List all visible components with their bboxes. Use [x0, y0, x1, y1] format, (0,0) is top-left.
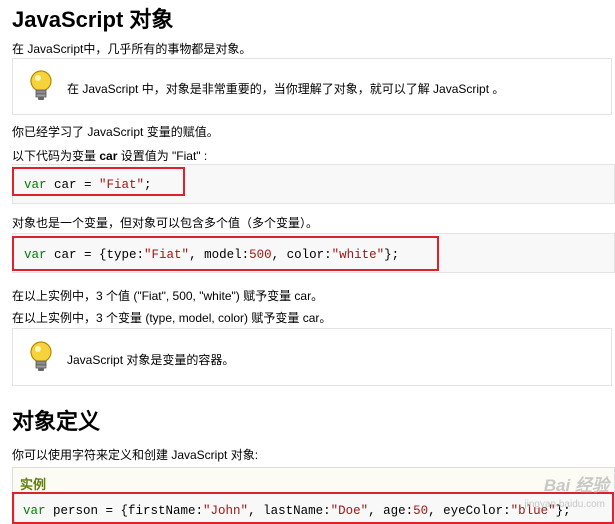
car-bold: car: [99, 149, 118, 163]
set-car-text: 以下代码为变量 car 设置值为 "Fiat" :: [12, 147, 207, 164]
lightbulb-icon: [30, 70, 52, 100]
tip-text-1: 在 JavaScript 中，对象是非常重要的，当你理解了对象，就可以了解 Ja…: [67, 82, 505, 96]
example-label: 实例: [20, 477, 47, 492]
set-car-before: 以下代码为变量: [12, 149, 100, 163]
page-title: JavaScript 对象: [12, 7, 174, 32]
baidu-watermark-url: jingyan.baidu.com: [524, 499, 605, 510]
define-text: 你可以使用字符来定义和创建 JavaScript 对象:: [12, 448, 259, 462]
set-car-after: 设置值为 "Fiat" :: [117, 149, 208, 163]
tip-box-2: JavaScript 对象是变量的容器。: [12, 328, 612, 386]
object-var-text: 对象也是一个变量，但对象可以包含多个值（多个变量）。: [12, 216, 319, 230]
values-text: 在以上实例中，3 个值 ("Fiat", 500, "white") 赋予变量 …: [12, 289, 324, 303]
baidu-watermark: Bai 经验: [543, 476, 609, 495]
section-title-object-definition: 对象定义: [12, 409, 101, 434]
lightbulb-icon: [30, 341, 52, 371]
tip-text-2: JavaScript 对象是变量的容器。: [67, 353, 235, 367]
red-highlight-1: [12, 167, 185, 196]
tip-box-1: 在 JavaScript 中，对象是非常重要的，当你理解了对象，就可以了解 Ja…: [12, 58, 612, 115]
variables-text: 在以上实例中，3 个变量 (type, model, color) 赋予变量 c…: [12, 311, 332, 325]
red-highlight-2: [12, 236, 439, 271]
learned-text: 你已经学习了 JavaScript 变量的赋值。: [12, 125, 219, 139]
intro-text: 在 JavaScript中，几乎所有的事物都是对象。: [12, 42, 252, 56]
